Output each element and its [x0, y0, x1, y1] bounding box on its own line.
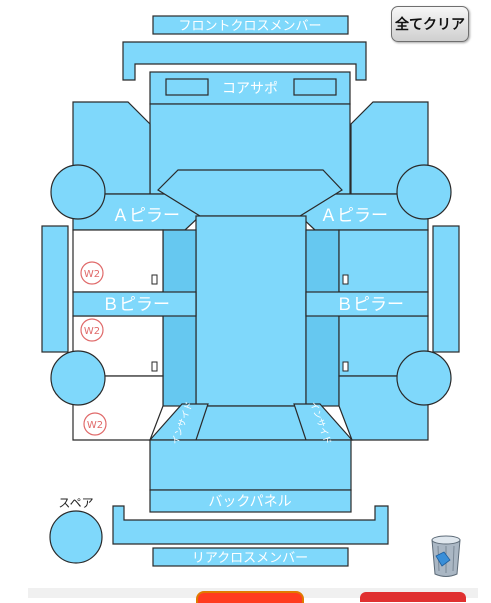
primary-action-button[interactable]	[196, 591, 304, 603]
front-cross-member-label: フロントクロスメンバー	[178, 19, 321, 34]
left-front-door-handle	[151, 274, 158, 285]
right-b-pillar-label: Ｂピラー	[336, 295, 404, 315]
trunk-part[interactable]	[149, 439, 352, 491]
right-a-pillar-label: Ａピラー	[320, 206, 388, 226]
left-rear-wheel[interactable]	[50, 350, 106, 406]
right-front-wheel[interactable]	[396, 164, 452, 220]
right-front-door-part[interactable]	[338, 229, 429, 293]
right-front-door-handle	[342, 274, 349, 285]
right-side-sill-part[interactable]	[432, 225, 460, 353]
core-support-label: コアサポ	[222, 81, 278, 97]
left-rear-door-handle	[151, 361, 158, 372]
left-front-wheel[interactable]	[50, 164, 106, 220]
rear-window-part[interactable]	[189, 405, 313, 441]
spare-tire[interactable]	[49, 510, 103, 564]
w2-marker-label: W2	[84, 326, 100, 337]
trash-can-icon[interactable]	[431, 535, 461, 577]
back-panel-label: バックパネル	[208, 494, 291, 510]
right-inner-pillar-part[interactable]	[305, 229, 340, 407]
right-rear-door-handle	[342, 361, 349, 372]
secondary-action-button[interactable]	[360, 592, 466, 602]
rear-cross-member-label: リアクロスメンバー	[192, 551, 308, 566]
left-inner-pillar-part[interactable]	[162, 229, 197, 407]
spare-label: スペア	[58, 496, 94, 510]
right-rear-wheel[interactable]	[396, 350, 452, 406]
roof-part[interactable]	[195, 215, 307, 407]
w2-marker-label: W2	[87, 420, 103, 431]
clear-all-button[interactable]: 全てクリア	[391, 6, 469, 42]
left-b-pillar-label: Ｂピラー	[102, 295, 170, 315]
w2-marker-label: W2	[84, 269, 100, 280]
left-side-sill-part[interactable]	[41, 225, 69, 353]
left-a-pillar-label: Ａピラー	[112, 206, 180, 226]
